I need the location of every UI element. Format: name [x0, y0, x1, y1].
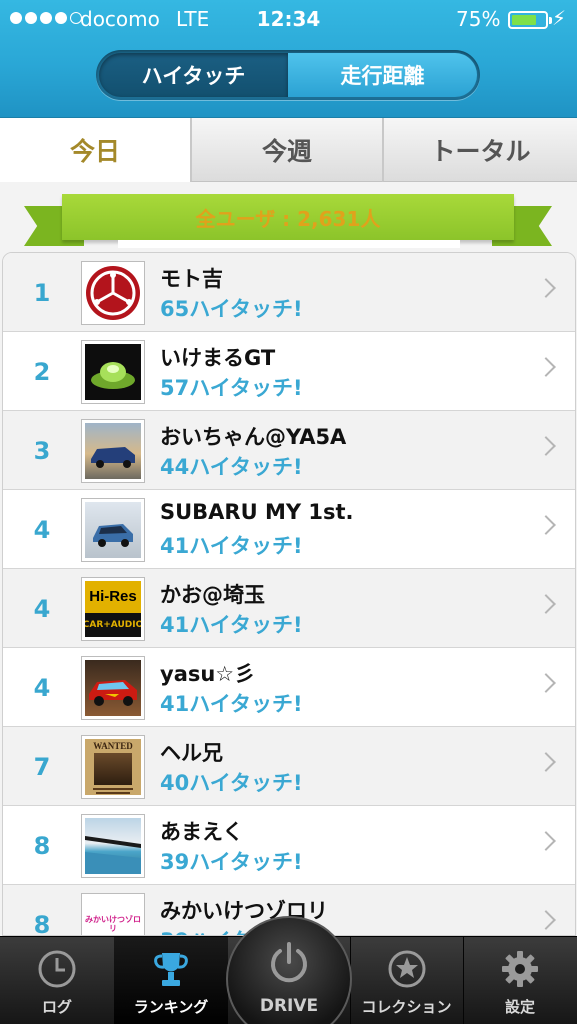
tab-collection-label: コレクション — [361, 998, 452, 1016]
ranking-row[interactable]: 4 Hi-Res CAR+AUDIO かお@埼玉 41ハイタッチ! — [3, 569, 575, 648]
user-name: モト吉 — [160, 267, 223, 291]
high-touch-count: 39ハイタッチ! — [160, 850, 303, 874]
user-name: いけまるGT — [160, 346, 276, 370]
rank-number: 1 — [33, 278, 51, 307]
total-users-banner: 全ユーザ : 2,631人 — [24, 192, 552, 252]
ranking-list: 1 モト吉 65ハイタッチ! 2 いけまるGT 57ハイタッチ! 3 おいちゃん… — [2, 252, 576, 936]
battery-percent: 75% — [456, 7, 501, 31]
rank-number: 4 — [33, 594, 51, 623]
red-race-car-photo — [81, 656, 145, 720]
chevron-right-icon — [536, 278, 556, 298]
yamaha-logo-icon — [81, 261, 145, 325]
zorori-logo: みかいけつゾロリ — [81, 893, 145, 935]
zorori-text: みかいけつゾロリ — [85, 915, 141, 933]
ranking-row[interactable]: 1 モト吉 65ハイタッチ! — [3, 253, 575, 332]
power-icon — [266, 940, 312, 990]
gear-icon — [500, 949, 540, 989]
high-touch-count: 57ハイタッチ! — [160, 376, 303, 400]
chevron-right-icon — [536, 910, 556, 930]
high-touch-count: 40ハイタッチ! — [160, 771, 303, 795]
high-touch-count: 65ハイタッチ! — [160, 297, 303, 321]
tab-settings-label: 設定 — [504, 998, 535, 1016]
hi-res-text: Hi-Res — [89, 588, 137, 606]
star-badge-icon — [387, 949, 427, 989]
segment-high-touch[interactable]: ハイタッチ — [99, 53, 288, 97]
user-name: ヘル兄 — [160, 741, 223, 765]
chevron-right-icon — [536, 831, 556, 851]
green-light-photo — [81, 340, 145, 404]
user-name: yasu☆彡 — [160, 662, 256, 686]
rank-number: 4 — [33, 673, 51, 702]
charging-icon: ⚡ — [552, 6, 567, 30]
chevron-right-icon — [536, 436, 556, 456]
blue-car-photo — [81, 498, 145, 562]
tab-log[interactable]: ログ — [0, 937, 114, 1024]
drive-label: DRIVE — [259, 996, 319, 1016]
total-users-label: 全ユーザ : 2,631人 — [62, 194, 514, 240]
battery-icon — [508, 11, 552, 29]
tab-today[interactable]: 今日 — [0, 118, 190, 182]
ranking-row[interactable]: 4 SUBARU MY 1st. 41ハイタッチ! — [3, 490, 575, 569]
tab-this-week[interactable]: 今週 — [190, 118, 382, 182]
user-name: SUBARU MY 1st. — [160, 500, 354, 524]
tab-collection[interactable]: コレクション — [350, 937, 463, 1024]
rank-number: 2 — [33, 357, 51, 386]
ranking-row[interactable]: 7 WANTED ヘル兄 40ハイタッチ! — [3, 727, 575, 806]
high-touch-count: 41ハイタッチ! — [160, 613, 303, 637]
blue-wagon-photo — [81, 419, 145, 483]
wanted-text: WANTED — [93, 741, 133, 751]
tab-ranking[interactable]: ランキング — [114, 937, 228, 1024]
tab-ranking-label: ランキング — [133, 998, 209, 1016]
status-bar: docomo LTE 12:34 75% ⚡ — [0, 0, 577, 38]
high-touch-count: 41ハイタッチ! — [160, 692, 303, 716]
rank-number: 3 — [33, 436, 51, 465]
header: docomo LTE 12:34 75% ⚡ ハイタッチ 走行距離 — [0, 0, 577, 118]
chevron-right-icon — [536, 594, 556, 614]
period-tabs: 今日 今週 トータル — [0, 118, 577, 182]
user-name: あまえく — [160, 820, 244, 844]
trophy-icon — [151, 949, 191, 989]
rank-number: 8 — [33, 831, 51, 860]
rank-number: 7 — [33, 752, 51, 781]
ranking-row[interactable]: 3 おいちゃん@YA5A 44ハイタッチ! — [3, 411, 575, 490]
wanted-poster: WANTED — [81, 735, 145, 799]
rank-number: 4 — [33, 515, 51, 544]
ranking-row[interactable]: 2 いけまるGT 57ハイタッチ! — [3, 332, 575, 411]
ranking-row[interactable]: 8 あまえく 39ハイタッチ! — [3, 806, 575, 885]
chevron-right-icon — [536, 357, 556, 377]
hi-res-logo: Hi-Res CAR+AUDIO — [81, 577, 145, 641]
high-touch-count: 44ハイタッチ! — [160, 455, 303, 479]
mode-segmented-control: ハイタッチ 走行距離 — [96, 50, 480, 100]
segment-distance[interactable]: 走行距離 — [288, 53, 477, 97]
chevron-right-icon — [536, 673, 556, 693]
chevron-right-icon — [536, 515, 556, 535]
tab-log-label: ログ — [41, 998, 72, 1016]
tab-settings[interactable]: 設定 — [463, 937, 577, 1024]
tab-total[interactable]: トータル — [382, 118, 577, 182]
chevron-right-icon — [536, 752, 556, 772]
ribbon-shelf — [118, 240, 460, 248]
user-name: おいちゃん@YA5A — [160, 425, 347, 449]
ranking-row[interactable]: 4 yasu☆彡 41ハイタッチ! — [3, 648, 575, 727]
user-name: かお@埼玉 — [160, 583, 265, 607]
rank-number: 8 — [33, 910, 51, 936]
clock-icon — [37, 949, 77, 989]
car-side-photo — [81, 814, 145, 878]
car-audio-text: CAR+AUDIO — [85, 612, 141, 637]
high-touch-count: 41ハイタッチ! — [160, 534, 303, 558]
